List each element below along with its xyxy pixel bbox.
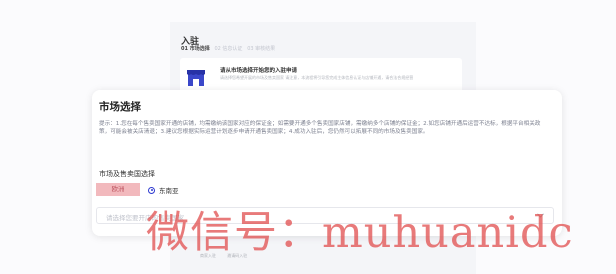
radio-selected-icon[interactable]: [148, 186, 155, 194]
step-market: 01 市场选择: [181, 46, 210, 52]
step-verify: 02 信息认证: [214, 46, 243, 52]
step-indicator: 01 市场选择 02 信息认证 03 审核结果: [181, 45, 275, 52]
shop-icon: [187, 70, 205, 86]
modal-hint: 提示：1.您在每个售卖国家开通的店铺，均需缴纳该国家对应的保证金；如需要开通多个…: [99, 121, 541, 135]
market-section-label: 市场及售卖国选择: [99, 170, 155, 178]
apply-title: 请从市场选择开始您的入驻申请: [220, 68, 298, 74]
region-option-southeast-asia[interactable]: 东南亚: [148, 185, 179, 195]
apply-subtitle: 请选择您希望开展的市场及售卖国家 请注意，本流程将引导您完成主体信息认证与店铺开…: [220, 75, 414, 80]
step-result: 03 审核结果: [247, 46, 276, 52]
region-option-europe[interactable]: 欧洲: [96, 183, 140, 196]
modal-title: 市场选择: [99, 101, 141, 113]
region-label: 东南亚: [159, 187, 179, 195]
watermark: 微信号：muhuanidc: [146, 208, 574, 258]
